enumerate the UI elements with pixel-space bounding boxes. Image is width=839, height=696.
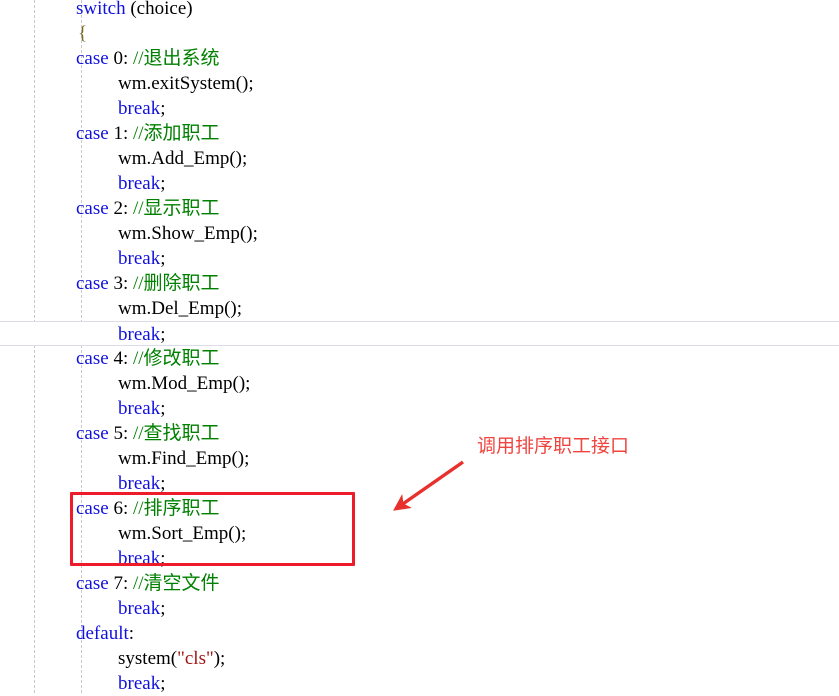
code-line[interactable]: wm.Find_Emp();	[0, 446, 839, 471]
code-token-kw: case	[76, 573, 109, 594]
code-token-kw: case	[76, 348, 109, 369]
code-line[interactable]: break;	[0, 546, 839, 571]
code-token-kw: case	[76, 123, 109, 144]
code-token-cmt: //查找职工	[132, 423, 220, 444]
code-line[interactable]: case 7: //清空文件	[0, 571, 839, 596]
code-line[interactable]: {	[0, 21, 839, 46]
code-line[interactable]: default:	[0, 621, 839, 646]
code-line[interactable]: break;	[0, 246, 839, 271]
code-line[interactable]: system("cls");	[0, 646, 839, 671]
code-token-kw: case	[76, 48, 109, 69]
code-line[interactable]: wm.Sort_Emp();	[0, 521, 839, 546]
code-token-kw: break	[118, 473, 161, 494]
code-token-plain: ;	[160, 398, 166, 419]
code-line[interactable]: break;	[0, 321, 839, 346]
code-token-kw: break	[118, 98, 161, 119]
code-line[interactable]: break;	[0, 471, 839, 496]
code-token-plain: (choice)	[125, 0, 193, 19]
code-token-kw: switch	[76, 0, 126, 19]
code-line[interactable]: wm.Del_Emp();	[0, 296, 839, 321]
code-line[interactable]: wm.Add_Emp();	[0, 146, 839, 171]
code-token-plain: ;	[160, 324, 166, 345]
code-line[interactable]: wm.Show_Emp();	[0, 221, 839, 246]
code-token-kw: default	[76, 623, 129, 644]
code-line[interactable]: break;	[0, 396, 839, 421]
code-token-plain: system(	[118, 648, 178, 669]
code-token-plain: 1:	[108, 123, 133, 144]
code-token-kw: break	[118, 324, 161, 345]
code-token-plain: wm.exitSystem();	[118, 73, 254, 94]
code-line[interactable]: case 4: //修改职工	[0, 346, 839, 371]
code-token-plain: 0:	[108, 48, 133, 69]
code-token-plain: :	[128, 623, 135, 644]
code-line[interactable]: break;	[0, 171, 839, 196]
code-editor-canvas[interactable]: switch (choice){case 0: //退出系统 wm.exitSys…	[0, 0, 839, 696]
code-token-kw: case	[76, 273, 109, 294]
code-token-plain: wm.Sort_Emp();	[118, 523, 247, 544]
code-line[interactable]: break;	[0, 596, 839, 621]
code-token-plain: wm.Find_Emp();	[118, 448, 250, 469]
code-line[interactable]: wm.exitSystem();	[0, 71, 839, 96]
code-token-cmt: //修改职工	[132, 348, 220, 369]
code-token-plain: 6:	[108, 498, 133, 519]
code-token-plain: ;	[160, 173, 166, 194]
code-token-plain: wm.Add_Emp();	[118, 148, 248, 169]
code-token-cmt: //退出系统	[132, 48, 220, 69]
code-token-brace: {	[78, 23, 88, 44]
code-token-plain: 4:	[108, 348, 133, 369]
code-token-plain: ;	[160, 473, 166, 494]
code-token-kw: case	[76, 423, 109, 444]
code-token-cmt: //显示职工	[132, 198, 220, 219]
code-token-kw: break	[118, 173, 161, 194]
code-token-kw: break	[118, 598, 161, 619]
code-token-plain: ;	[160, 98, 166, 119]
code-token-kw: break	[118, 548, 161, 569]
code-token-plain: 7:	[108, 573, 133, 594]
code-token-plain: ;	[160, 673, 166, 694]
code-token-plain: wm.Del_Emp();	[118, 298, 243, 319]
code-token-kw: break	[118, 398, 161, 419]
code-token-plain: 5:	[108, 423, 133, 444]
code-token-kw: case	[76, 498, 109, 519]
code-line[interactable]: wm.Mod_Emp();	[0, 371, 839, 396]
code-line[interactable]: case 6: //排序职工	[0, 496, 839, 521]
code-line[interactable]: case 1: //添加职工	[0, 121, 839, 146]
code-line[interactable]: switch (choice)	[0, 0, 839, 21]
code-line[interactable]: break;	[0, 671, 839, 696]
code-token-plain: wm.Show_Emp();	[118, 223, 258, 244]
code-token-plain: 3:	[108, 273, 133, 294]
code-token-cmt: //排序职工	[132, 498, 220, 519]
code-token-kw: case	[76, 198, 109, 219]
code-line[interactable]: case 3: //删除职工	[0, 271, 839, 296]
code-token-plain: );	[213, 648, 226, 669]
code-token-cmt: //添加职工	[132, 123, 220, 144]
code-token-plain: ;	[160, 548, 166, 569]
code-token-cmt: //删除职工	[132, 273, 220, 294]
code-token-plain: 2:	[108, 198, 133, 219]
code-token-plain: wm.Mod_Emp();	[118, 373, 251, 394]
code-token-plain: ;	[160, 248, 166, 269]
code-line[interactable]: case 0: //退出系统	[0, 46, 839, 71]
code-token-kw: break	[118, 248, 161, 269]
code-line[interactable]: case 2: //显示职工	[0, 196, 839, 221]
code-token-cmt: //清空文件	[132, 573, 220, 594]
code-token-str: "cls"	[177, 648, 214, 669]
code-line[interactable]: break;	[0, 96, 839, 121]
code-token-plain: ;	[160, 598, 166, 619]
code-token-kw: break	[118, 673, 161, 694]
code-line[interactable]: case 5: //查找职工	[0, 421, 839, 446]
